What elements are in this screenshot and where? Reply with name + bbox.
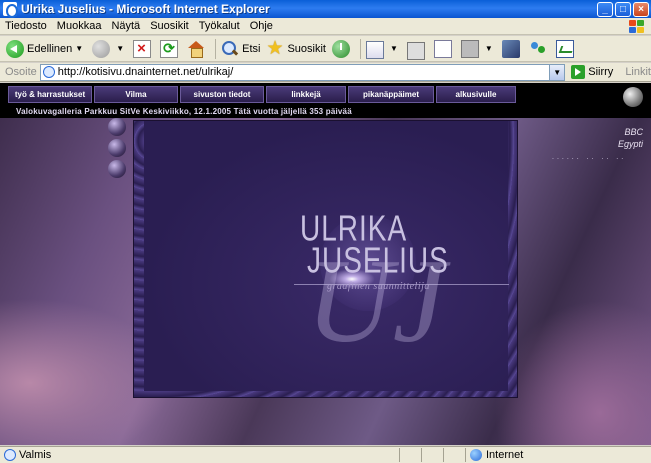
ie-icon <box>3 2 18 18</box>
page-icon <box>42 66 55 78</box>
research-icon <box>501 39 520 58</box>
menu-tools[interactable]: Työkalut <box>194 20 245 32</box>
edit-document-icon <box>433 39 452 58</box>
page-content: työ & harrastukset Vilma sivuston tiedot… <box>0 83 651 445</box>
search-label: Etsi <box>242 42 261 55</box>
dots-decoration: ...... .. .. .. <box>552 154 627 161</box>
orb-button[interactable] <box>108 118 126 136</box>
status-cell <box>443 448 465 462</box>
back-arrow-icon <box>6 39 24 58</box>
menu-favorites[interactable]: Suosikit <box>145 20 194 32</box>
refresh-button[interactable] <box>158 38 183 60</box>
menu-help[interactable]: Ohje <box>245 20 278 32</box>
security-zone: Internet <box>465 448 645 462</box>
window-title: Ulrika Juselius - Microsoft Internet Exp… <box>21 2 270 16</box>
close-button[interactable]: × <box>633 1 649 17</box>
menu-bar: Tiedosto Muokkaa Näytä Suosikit Työkalut… <box>0 18 651 35</box>
orb-button[interactable] <box>108 139 126 157</box>
title-bar: Ulrika Juselius - Microsoft Internet Exp… <box>0 0 651 18</box>
search-button[interactable]: Etsi <box>219 38 262 60</box>
nav-home[interactable]: alkusivulle <box>436 86 516 103</box>
printer-icon <box>406 41 425 60</box>
address-field[interactable]: ▼ <box>39 63 566 81</box>
nav-site-info[interactable]: sivuston tiedot <box>180 86 264 103</box>
globe-icon <box>470 449 482 461</box>
messenger-button[interactable] <box>527 38 552 60</box>
history-button[interactable] <box>330 38 355 60</box>
nav-shortcuts[interactable]: pikanäppäimet <box>348 86 434 103</box>
minimize-button[interactable]: _ <box>597 1 613 17</box>
links-button[interactable]: Linkit <box>625 66 651 78</box>
mail-dropdown-icon[interactable]: ▼ <box>390 44 398 53</box>
go-button[interactable]: Siirry <box>571 65 613 79</box>
page-status-icon <box>4 449 16 461</box>
home-icon <box>187 40 205 58</box>
menu-edit[interactable]: Muokkaa <box>52 20 107 32</box>
back-dropdown-icon[interactable]: ▼ <box>75 44 83 53</box>
status-cell <box>421 448 443 462</box>
star-icon: ★ <box>266 37 284 59</box>
menu-view[interactable]: Näytä <box>106 20 145 32</box>
address-dropdown-icon[interactable]: ▼ <box>549 64 565 80</box>
stop-icon <box>133 39 152 58</box>
toolbar-separator <box>215 38 217 59</box>
search-icon <box>221 40 239 58</box>
favorites-button[interactable]: ★ Suosikit <box>264 38 328 60</box>
address-input[interactable] <box>57 66 548 78</box>
address-bar: Osoite ▼ Siirry Linkit <box>0 63 651 82</box>
link-bbc[interactable]: BBC <box>618 127 643 137</box>
site-status-line: Valokuvagalleria Parkkuu SitVe Keskiviik… <box>16 107 352 116</box>
status-bar: Valmis Internet <box>0 446 651 463</box>
discuss-dropdown-icon[interactable]: ▼ <box>485 44 493 53</box>
media-icon <box>555 39 574 58</box>
nav-vilma[interactable]: Vilma <box>94 86 178 103</box>
back-button[interactable]: Edellinen ▼ <box>4 38 88 60</box>
home-button[interactable] <box>185 38 210 60</box>
forward-arrow-icon <box>92 39 111 58</box>
page-header: työ & harrastukset Vilma sivuston tiedot… <box>0 83 651 118</box>
forward-button[interactable]: ▼ <box>90 38 129 60</box>
orb-button[interactable] <box>108 160 126 178</box>
logo-subtitle: graafinen suunnittelija <box>327 281 430 292</box>
favorites-label: Suosikit <box>287 42 326 55</box>
main-frame: UJ ULRIKA JUSELIUS graafinen suunnitteli… <box>133 120 518 398</box>
external-links: BBC Egypti <box>618 127 643 151</box>
edit-button[interactable] <box>432 38 457 60</box>
stop-button[interactable] <box>131 38 156 60</box>
mail-icon <box>365 41 384 59</box>
go-label: Siirry <box>588 66 614 78</box>
research-button[interactable] <box>500 38 525 60</box>
go-arrow-icon <box>571 65 586 79</box>
sphere-icon[interactable] <box>623 87 643 107</box>
status-cell <box>399 448 421 462</box>
mail-button[interactable]: ▼ <box>364 38 403 60</box>
toolbar-separator <box>359 38 361 59</box>
link-egypti[interactable]: Egypti <box>618 139 643 149</box>
toolbar: Edellinen ▼ ▼ Etsi ★ Suosikit ▼ ▼ <box>0 36 651 62</box>
refresh-icon <box>160 39 179 58</box>
back-label: Edellinen <box>27 42 73 55</box>
media-button[interactable] <box>554 38 579 60</box>
logo-panel: UJ ULRIKA JUSELIUS graafinen suunnitteli… <box>144 121 509 391</box>
messenger-icon <box>529 40 547 58</box>
nav-links[interactable]: linkkejä <box>266 86 346 103</box>
zone-label: Internet <box>486 449 524 461</box>
status-text: Valmis <box>19 449 52 461</box>
print-button[interactable] <box>405 38 430 60</box>
windows-logo-icon <box>627 19 645 34</box>
discuss-icon <box>460 39 479 58</box>
nav-work-hobbies[interactable]: työ & harrastukset <box>8 86 92 103</box>
history-icon <box>331 39 350 58</box>
forward-dropdown-icon[interactable]: ▼ <box>116 44 124 53</box>
maximize-button[interactable]: □ <box>615 1 631 17</box>
menu-file[interactable]: Tiedosto <box>0 20 52 32</box>
site-nav: työ & harrastukset Vilma sivuston tiedot… <box>8 86 518 103</box>
orb-buttons <box>108 118 126 181</box>
discuss-button[interactable]: ▼ <box>459 38 498 60</box>
address-label: Osoite <box>5 66 37 78</box>
